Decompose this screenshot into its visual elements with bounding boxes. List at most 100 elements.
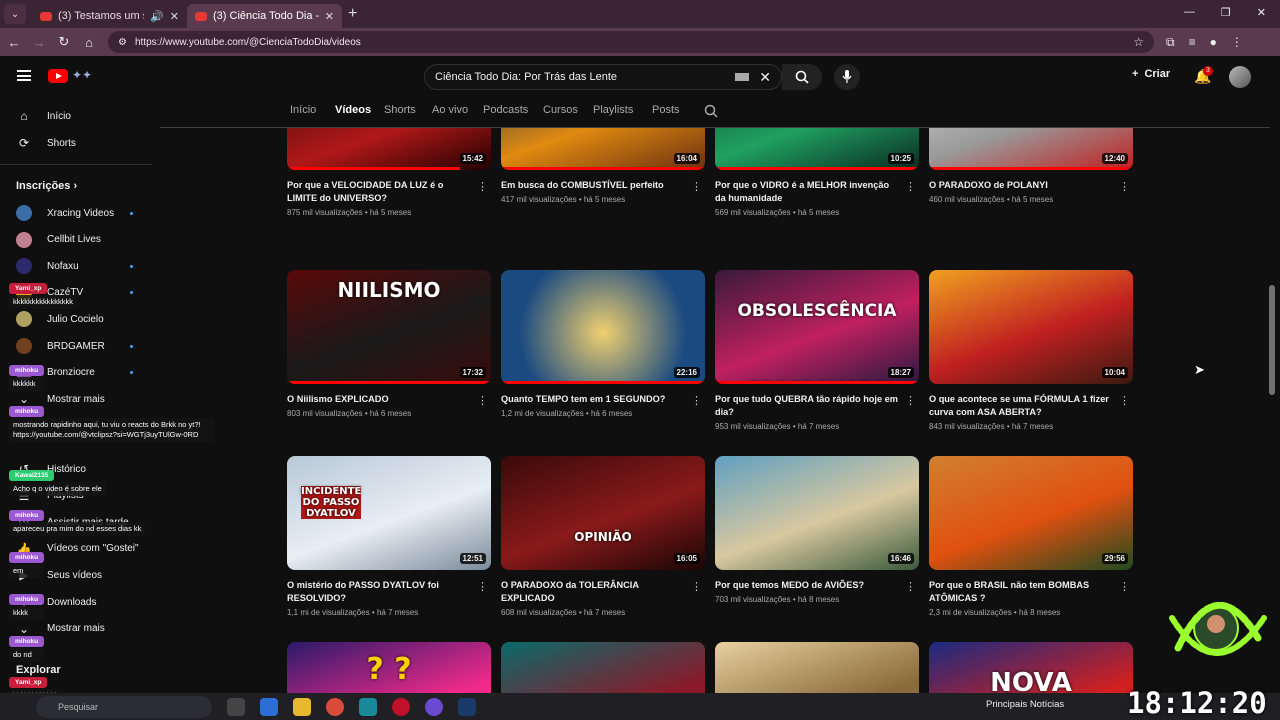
bookmark-star-icon[interactable]: ☆ xyxy=(1133,35,1144,49)
browser-menu-icon[interactable]: ⋮ xyxy=(1231,35,1243,50)
store-icon[interactable] xyxy=(260,697,278,716)
video-card[interactable]: 22:16 Quanto TEMPO tem em 1 SEGUNDO? 1,2 m… xyxy=(501,270,705,418)
speaker-icon[interactable]: 🔊 xyxy=(150,10,164,23)
video-thumbnail[interactable]: 299 792 458 m/s15:42 xyxy=(287,128,491,170)
opera-icon[interactable] xyxy=(392,697,410,716)
video-thumbnail[interactable]: OBSOLESCÊNCIA PROGRAMADA18:27 xyxy=(715,270,919,384)
media-control-icon[interactable]: ≡ xyxy=(1189,35,1196,50)
video-title[interactable]: Por que temos MEDO de AVIÕES? xyxy=(715,579,919,592)
task-view-icon[interactable] xyxy=(227,697,245,716)
video-thumbnail[interactable]: 10:04 xyxy=(929,270,1133,384)
tab-channel[interactable]: Cursos xyxy=(543,104,578,116)
youtube-logo-icon[interactable] xyxy=(48,69,68,83)
tab-channel[interactable]: Posts xyxy=(652,104,680,116)
sidebar-item-inicio[interactable]: ⌂ Início xyxy=(0,104,155,128)
tab-close-icon[interactable]: ✕ xyxy=(170,10,179,23)
video-card[interactable] xyxy=(501,642,705,693)
video-title[interactable]: O PARADOXO de POLANYI xyxy=(929,179,1133,192)
search-input[interactable]: Ciência Todo Dia: Por Trás das Lente ✕ xyxy=(424,64,782,90)
more-options-icon[interactable]: ⋮ xyxy=(905,580,916,593)
discord-icon[interactable] xyxy=(425,697,443,716)
browser-tab-1[interactable]: (3) Testamos um som Hi-En 🔊 ✕ xyxy=(32,4,187,28)
scrollbar-thumb[interactable] xyxy=(1269,285,1275,395)
more-options-icon[interactable]: ⋮ xyxy=(1119,180,1130,193)
profile-icon[interactable]: ● xyxy=(1210,35,1217,50)
file-explorer-icon[interactable] xyxy=(293,697,311,716)
site-info-icon[interactable]: ⚙ xyxy=(118,37,127,48)
video-title[interactable]: Em busca do COMBUSTÍVEL perfeito xyxy=(501,179,705,192)
taskbar-news-widget[interactable]: Principais Notícias xyxy=(986,699,1064,710)
more-options-icon[interactable]: ⋮ xyxy=(477,580,488,593)
tab-channel[interactable]: Playlists xyxy=(593,104,633,116)
video-card[interactable]: CONSEGUE EXPLICAR12:40 O PARADOXO de POLA… xyxy=(929,128,1133,204)
create-button[interactable]: + Criar xyxy=(1132,68,1170,80)
video-thumbnail[interactable]: ? ? xyxy=(287,642,491,693)
tab-channel[interactable]: Ao vivo xyxy=(432,104,468,116)
sidebar-item-subscription[interactable]: BRDGAMER xyxy=(0,334,155,358)
video-title[interactable]: Por que o BRASIL não tem BOMBAS ATÔMICAS… xyxy=(929,579,1133,605)
video-thumbnail[interactable]: 16:46 xyxy=(715,456,919,570)
close-window-icon[interactable]: ✕ xyxy=(1257,6,1266,19)
sidebar-item-subscription[interactable]: Nofaxu xyxy=(0,254,155,278)
minimize-icon[interactable]: — xyxy=(1184,6,1195,19)
app-icon[interactable] xyxy=(359,697,377,716)
video-title[interactable]: Quanto TEMPO tem em 1 SEGUNDO? xyxy=(501,393,705,406)
steam-icon[interactable] xyxy=(458,697,476,716)
video-card[interactable]: OPINIÃO 16:05 O PARADOXO da TOLERÂNCIA EXP… xyxy=(501,456,705,617)
video-card[interactable]: NIILISMO 17:32 O Niilismo EXPLICADO 803 mil… xyxy=(287,270,491,418)
tab-close-icon[interactable]: ✕ xyxy=(325,10,334,23)
sidebar-item-subscription[interactable]: Julio Cocielo xyxy=(0,307,155,331)
video-title[interactable]: Por que o VIDRO é a MELHOR invenção da h… xyxy=(715,179,919,205)
search-button[interactable] xyxy=(782,64,822,90)
tab-channel[interactable]: Podcasts xyxy=(483,104,528,116)
tab-channel[interactable]: Início xyxy=(290,104,316,116)
chrome-icon[interactable] xyxy=(326,697,344,716)
reload-icon[interactable]: ↻ xyxy=(53,34,75,50)
browser-tab-2[interactable]: (3) Ciência Todo Dia - YouTube ✕ xyxy=(187,4,342,28)
video-title[interactable]: Por que tudo QUEBRA tão rápido hoje em d… xyxy=(715,393,919,419)
more-options-icon[interactable]: ⋮ xyxy=(477,180,488,193)
video-card[interactable]: 16:46 Por que temos MEDO de AVIÕES? 703 mi… xyxy=(715,456,919,604)
back-icon[interactable]: ← xyxy=(3,35,25,50)
video-title[interactable]: O que acontece se uma FÓRMULA 1 fizer cu… xyxy=(929,393,1133,419)
video-title[interactable]: O PARADOXO da TOLERÂNCIA EXPLICADO xyxy=(501,579,705,605)
tab-search-icon[interactable]: ⌄ xyxy=(4,4,26,24)
video-thumbnail[interactable]: INCIDENTE DO PASSO DYATLOV 12:51 xyxy=(287,456,491,570)
more-options-icon[interactable]: ⋮ xyxy=(905,180,916,193)
video-thumbnail[interactable]: NIILISMO 17:32 xyxy=(287,270,491,384)
menu-hamburger-icon[interactable] xyxy=(17,70,31,81)
tab-channel[interactable]: Vídeos xyxy=(335,104,371,116)
video-thumbnail[interactable]: 22:16 xyxy=(501,270,705,384)
subscriptions-header[interactable]: Inscrições › xyxy=(16,180,77,192)
home-browser-icon[interactable]: ⌂ xyxy=(78,35,100,50)
voice-search-button[interactable] xyxy=(834,64,860,90)
extension-icon[interactable]: ⧉ xyxy=(1166,35,1175,50)
restore-icon[interactable]: ❐ xyxy=(1221,6,1231,19)
account-avatar[interactable] xyxy=(1229,66,1251,88)
more-options-icon[interactable]: ⋮ xyxy=(691,394,702,407)
video-title[interactable]: O Niilismo EXPLICADO xyxy=(287,393,491,406)
sidebar-item-subscription[interactable]: Xracing Videos xyxy=(0,201,155,225)
video-card[interactable]: 29:56 Por que o BRASIL não tem BOMBAS ATÔ… xyxy=(929,456,1133,617)
video-card[interactable]: INCIDENTE DO PASSO DYATLOV 12:51 O mistéri… xyxy=(287,456,491,617)
clear-search-icon[interactable]: ✕ xyxy=(759,69,771,86)
taskbar-search-input[interactable]: Pesquisar xyxy=(36,695,212,718)
more-options-icon[interactable]: ⋮ xyxy=(1119,580,1130,593)
more-options-icon[interactable]: ⋮ xyxy=(477,394,488,407)
sidebar-item-subscription[interactable]: Cellbit Lives xyxy=(0,228,155,252)
more-options-icon[interactable]: ⋮ xyxy=(1119,394,1130,407)
video-thumbnail[interactable] xyxy=(715,642,919,693)
keyboard-icon[interactable] xyxy=(735,73,750,81)
video-card[interactable] xyxy=(715,642,919,693)
channel-search-icon[interactable] xyxy=(704,104,718,118)
url-bar[interactable]: ⚙ https://www.youtube.com/@CienciaTodoDi… xyxy=(108,31,1154,53)
video-card[interactable]: 10:04 O que acontece se uma FÓRMULA 1 fiz… xyxy=(929,270,1133,431)
sidebar-item-shorts[interactable]: ⟳ Shorts xyxy=(0,131,155,155)
video-thumbnail[interactable]: CONSEGUE EXPLICAR12:40 xyxy=(929,128,1133,170)
video-thumbnail[interactable] xyxy=(501,642,705,693)
video-title[interactable]: Por que a VELOCIDADE DA LUZ é o LIMITE d… xyxy=(287,179,491,205)
video-thumbnail[interactable]: A MELHOR INVENÇÃO10:25 xyxy=(715,128,919,170)
video-card[interactable]: 16:04 Em busca do COMBUSTÍVEL perfeito 417… xyxy=(501,128,705,204)
video-card[interactable]: A MELHOR INVENÇÃO10:25 Por que o VIDRO é … xyxy=(715,128,919,217)
video-thumbnail[interactable]: 16:04 xyxy=(501,128,705,170)
